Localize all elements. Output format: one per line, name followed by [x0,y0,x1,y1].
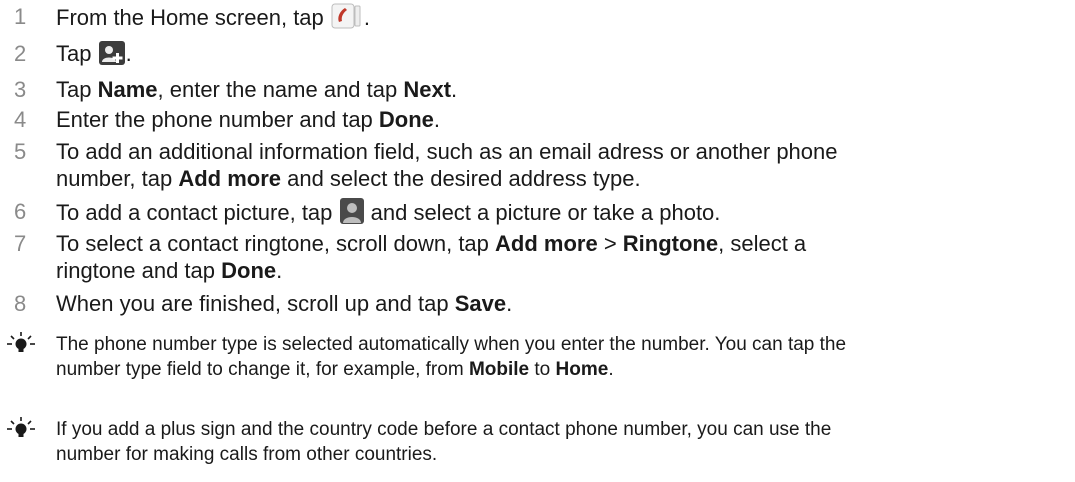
step-text: Tap . [56,40,1006,71]
lightbulb-tip-icon [6,417,36,446]
tip-text: The phone number type is selected automa… [56,334,847,380]
add-contact-icon [98,41,125,71]
step-number: 1 [14,4,27,29]
phone-app-icon [331,3,363,35]
step-text: From the Home screen, tap . [56,3,1006,35]
step-number: 2 [14,41,27,66]
step-text: Enter the phone number and tap Done. [56,107,441,132]
step-text: When you are finished, scroll up and tap… [56,291,513,316]
step-number: 5 [14,139,27,164]
step-text: To select a contact ringtone, scroll dow… [56,231,807,283]
tip-text: If you add a plus sign and the country c… [56,419,832,465]
step-number: 6 [14,199,27,224]
step-text: To add an additional information field, … [56,139,838,191]
step-number: 7 [14,231,27,256]
lightbulb-tip-icon [6,332,36,361]
step-text: Tap Name, enter the name and tap Next. [56,77,458,102]
step-number: 4 [14,107,27,132]
contact-picture-icon [339,198,364,230]
step-number: 8 [14,291,27,316]
step-text: To add a contact picture, tap and select… [56,198,1006,230]
step-number: 3 [14,77,27,102]
